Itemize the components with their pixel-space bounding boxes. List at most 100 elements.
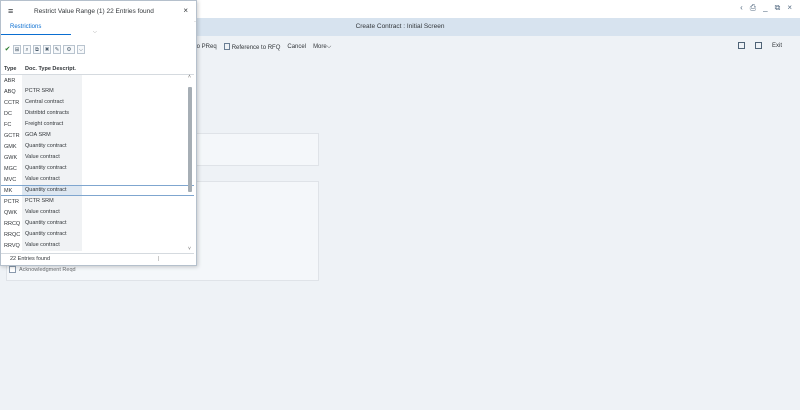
check-icon[interactable]: ✔ <box>4 45 11 54</box>
restrictions-label: Restrictions <box>10 24 42 30</box>
description-cell: PCTR SRM <box>22 86 82 97</box>
tab-underline <box>1 34 71 35</box>
entries-found-text: 22 Entries found <box>10 256 51 262</box>
description-cell: Central contract <box>22 97 82 108</box>
type-cell: DC <box>4 110 12 117</box>
description-cell: Quantity contract <box>22 186 82 195</box>
delete-icon[interactable]: ✖ <box>43 44 51 54</box>
table-row[interactable]: MK Quantity contract <box>1 185 194 196</box>
right-toolbar: Exit <box>737 42 782 49</box>
description-cell: GOA SRM <box>22 130 82 141</box>
copy-icon[interactable]: ⧉ <box>33 44 41 54</box>
table-row[interactable]: GMK Quantity contract <box>1 141 194 152</box>
footer-separator: | <box>158 256 160 262</box>
chevron-down-icon: ⌵ <box>326 43 332 50</box>
description-cell: Freight contract <box>22 119 82 130</box>
type-cell: ABQ <box>4 88 16 95</box>
value-help-dialog: ≡ Restrict Value Range (1) 22 Entries fo… <box>0 0 197 266</box>
ack-reqd-label: Acknowledgment Reqd <box>19 266 76 273</box>
type-cell: GWK <box>4 154 18 161</box>
table-row[interactable]: ABR <box>1 75 194 86</box>
edit-icon[interactable]: ✎ <box>53 44 61 54</box>
type-cell: CCTR <box>4 99 20 106</box>
type-cell: MGC <box>4 165 17 172</box>
window-icon[interactable] <box>737 42 745 49</box>
type-cell: PCTR <box>4 198 19 205</box>
table-row[interactable]: ABQ PCTR SRM <box>1 86 194 97</box>
print-icon[interactable]: ⎙ <box>750 3 756 13</box>
type-cell: RRVQ <box>4 242 20 249</box>
description-cell: Quantity contract <box>22 141 82 152</box>
dialog-header: ≡ Restrict Value Range (1) 22 Entries fo… <box>1 1 196 22</box>
minimize-icon[interactable]: _ <box>763 3 767 13</box>
table-row[interactable]: RRCQ Quantity contract <box>1 218 194 229</box>
reference-to-rfq-label: Reference to RFQ <box>231 45 281 51</box>
to-preq-button[interactable]: to PReq <box>195 44 217 50</box>
document-icon <box>223 43 230 50</box>
scroll-up-icon[interactable]: ˄ <box>188 74 191 80</box>
type-cell: FC <box>4 121 12 128</box>
table-row[interactable]: RRVQ Value contract <box>1 240 194 251</box>
type-cell: GCTR <box>4 132 20 139</box>
table-row[interactable]: FC Freight contract <box>1 119 194 130</box>
description-cell: Distribtd contracts <box>22 108 82 119</box>
dialog-footer: 22 Entries found | <box>1 253 194 265</box>
more-label: More <box>313 43 327 50</box>
table-row[interactable]: PCTR PCTR SRM <box>1 196 194 207</box>
collapse-chevron-icon[interactable]: ⌵ <box>93 29 97 35</box>
table-row[interactable]: DC Distribtd contracts <box>1 108 194 119</box>
table-row[interactable]: MGC Quantity contract <box>1 163 194 174</box>
window-controls: ‹ ⎙ _ ⧉ × <box>740 3 792 13</box>
ack-reqd-field[interactable]: Acknowledgment Reqd <box>9 266 76 273</box>
exit-button[interactable]: Exit <box>772 43 782 49</box>
maximize-icon[interactable]: ⧉ <box>775 3 781 13</box>
cancel-button[interactable]: Cancel <box>287 44 306 50</box>
back-icon[interactable]: ‹ <box>740 3 743 13</box>
type-cell: RRCQ <box>4 220 21 227</box>
new-entry-icon[interactable]: ⊞ <box>13 44 21 54</box>
results-table: Type Doc. Type Descript. ABR ABQ PCTR SRM C… <box>1 63 194 251</box>
restrictions-tab[interactable]: Restrictions ⌵ <box>1 21 194 35</box>
description-cell: Value contract <box>22 174 82 185</box>
app-toolbar: to PReq Reference to RFQ Cancel More⌵ <box>195 43 331 51</box>
description-cell: PCTR SRM <box>22 196 82 207</box>
description-cell: Quantity contract <box>22 218 82 229</box>
type-cell: ABR <box>4 77 16 84</box>
dialog-toolbar: ✔ ⊞ ⌕ ⧉ ✖ ✎ ⚙ ⌵ <box>1 39 194 59</box>
dropdown-icon[interactable]: ⌵ <box>77 44 85 54</box>
type-cell: GMK <box>4 143 17 150</box>
dialog-title: Restrict Value Range (1) 22 Entries foun… <box>34 8 154 15</box>
close-icon[interactable]: × <box>183 6 188 15</box>
description-cell: Value contract <box>22 152 82 163</box>
table-row[interactable]: RRQC Quantity contract <box>1 229 194 240</box>
ack-reqd-checkbox[interactable] <box>9 266 16 273</box>
reference-to-rfq-button[interactable]: Reference to RFQ <box>223 43 281 51</box>
description-cell: Value contract <box>22 207 82 218</box>
close-window-icon[interactable]: × <box>787 3 792 13</box>
type-cell: MVC <box>4 176 17 183</box>
menu-icon[interactable]: ≡ <box>8 6 13 16</box>
description-cell: Quantity contract <box>22 229 82 240</box>
table-body: ABR ABQ PCTR SRM CCTR Central contract DC Dist… <box>1 75 194 251</box>
description-cell <box>22 75 82 86</box>
table-row[interactable]: QWK Value contract <box>1 207 194 218</box>
column-header-type[interactable]: Type <box>1 66 22 72</box>
search-icon[interactable]: ⌕ <box>23 44 31 54</box>
table-header: Type Doc. Type Descript. <box>1 63 194 75</box>
type-cell: QWK <box>4 209 18 216</box>
type-cell: MK <box>4 187 13 194</box>
table-row[interactable]: GWK Value contract <box>1 152 194 163</box>
type-cell: RRQC <box>4 231 21 238</box>
more-button[interactable]: More⌵ <box>313 44 331 51</box>
settings-icon[interactable]: ⚙ <box>63 44 75 54</box>
description-cell: Value contract <box>22 240 82 251</box>
window-alt-icon[interactable] <box>754 42 762 49</box>
column-header-description[interactable]: Doc. Type Descript. <box>22 66 82 72</box>
description-cell: Quantity contract <box>22 163 82 174</box>
table-row[interactable]: CCTR Central contract <box>1 97 194 108</box>
scroll-thumb[interactable] <box>188 87 192 192</box>
scroll-down-icon[interactable]: ˅ <box>188 246 191 252</box>
vertical-scrollbar[interactable]: ˄ ˅ <box>188 74 193 252</box>
table-row[interactable]: GCTR GOA SRM <box>1 130 194 141</box>
table-row[interactable]: MVC Value contract <box>1 174 194 185</box>
